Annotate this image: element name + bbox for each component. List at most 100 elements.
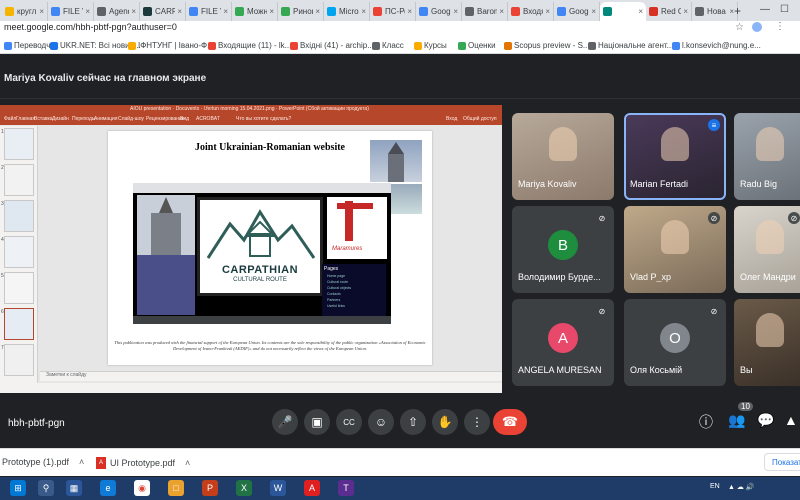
teams-icon[interactable]: T xyxy=(338,480,354,496)
show-all-downloads[interactable]: Показат xyxy=(764,453,800,471)
chrome-icon[interactable]: ◉ xyxy=(134,480,150,496)
bookmark-icon xyxy=(372,41,380,50)
browser-tab[interactable]: Googl × xyxy=(416,2,462,21)
close-tab-icon[interactable]: × xyxy=(39,7,44,16)
browser-tab[interactable]: Ринок × xyxy=(278,2,324,21)
leave-call-button[interactable]: ☎ xyxy=(493,409,527,435)
close-tab-icon[interactable]: × xyxy=(407,7,412,16)
thumbnail-number: 3 xyxy=(1,201,4,207)
participant-name: Radu Big xyxy=(740,179,778,189)
browser-tab[interactable]: кругл × xyxy=(2,2,48,21)
files-icon[interactable]: ▦ xyxy=(66,480,82,496)
bookmark-item[interactable]: Класс xyxy=(372,41,404,50)
star-icon[interactable]: ☆ xyxy=(735,22,744,33)
close-tab-icon[interactable]: × xyxy=(361,7,366,16)
browser-tab[interactable]: Baromet× xyxy=(462,2,508,21)
menu-link: Contacts xyxy=(327,292,341,296)
start-icon[interactable]: ⊞ xyxy=(10,480,26,496)
minimize-button[interactable]: — xyxy=(760,4,770,15)
chat-icon[interactable]: 💬 xyxy=(757,412,774,429)
system-tray-icons[interactable]: ▲ ☁ 🔊 xyxy=(728,483,755,491)
close-tab-icon[interactable]: × xyxy=(591,7,596,16)
more-options-button[interactable]: ⋮ xyxy=(464,409,490,435)
browser-tab[interactable]: Agend× xyxy=(94,2,140,21)
close-tab-icon[interactable]: × xyxy=(177,7,182,16)
close-tab-icon[interactable]: × xyxy=(683,7,688,16)
browser-tab[interactable]: Micros× xyxy=(324,2,370,21)
browser-tab[interactable]: Google× xyxy=(554,2,600,21)
browser-tab[interactable]: ПС-Рос× xyxy=(370,2,416,21)
participant-video xyxy=(549,127,577,161)
slide-thumbnail[interactable] xyxy=(4,164,34,196)
new-tab-button[interactable]: + xyxy=(734,4,741,18)
bookmark-item[interactable]: l.konsevich@nung.e... xyxy=(672,41,761,50)
close-tab-icon[interactable]: × xyxy=(131,7,136,16)
emoji-button[interactable]: ☺ xyxy=(368,409,394,435)
acrobat-icon[interactable]: A xyxy=(304,480,320,496)
download-name: Prototype (1).pdf xyxy=(2,457,70,467)
browser-tab[interactable]: FILE VI× xyxy=(186,2,232,21)
bookmark-item[interactable]: Курсы xyxy=(414,41,447,50)
download-item[interactable]: A UI Prototype.pdf ˄ xyxy=(96,457,190,469)
present-button[interactable]: ⇧ xyxy=(400,409,426,435)
browser-tab[interactable]: Можно× xyxy=(232,2,278,21)
menu-link: Partners xyxy=(327,298,341,302)
close-tab-icon[interactable]: × xyxy=(269,7,274,16)
edge-icon[interactable]: e xyxy=(100,480,116,496)
slide-thumbnail[interactable] xyxy=(4,308,34,340)
tab-favicon-icon xyxy=(557,7,566,16)
word-icon[interactable]: W xyxy=(270,480,286,496)
close-tab-icon[interactable]: × xyxy=(223,7,228,16)
maximize-button[interactable]: ☐ xyxy=(780,4,789,15)
bookmark-item[interactable]: ІФНТУНГ | Івано-Ф... xyxy=(128,41,214,50)
tab-favicon-icon xyxy=(5,7,14,16)
bookmark-item[interactable]: Оценки xyxy=(458,41,496,50)
camera-button[interactable]: ▣ xyxy=(304,409,330,435)
tab-label: Googl xyxy=(431,7,452,16)
bookmark-item[interactable]: Входящие (11) - lk... xyxy=(208,41,291,50)
close-tab-icon[interactable]: × xyxy=(85,7,90,16)
browser-tab[interactable]: Входящ× xyxy=(508,2,554,21)
browser-tab[interactable]: Red Gr× xyxy=(646,2,692,21)
menu-icon[interactable]: ⋮ xyxy=(775,21,785,32)
language-indicator[interactable]: EN xyxy=(710,483,720,490)
slide-thumbnail[interactable] xyxy=(4,344,34,376)
bookmark-icon xyxy=(414,41,422,50)
participant-name: Mariya Kovaliv xyxy=(518,179,577,189)
chevron-up-icon[interactable]: ˄ xyxy=(185,458,190,468)
profile-avatar[interactable] xyxy=(752,22,762,32)
browser-tab[interactable]: FILE VI× xyxy=(48,2,94,21)
url-field[interactable]: meet.google.com/hbh-pbtf-pgn?authuser=0 xyxy=(4,22,177,32)
excel-icon[interactable]: X xyxy=(236,480,252,496)
slide-thumbnail[interactable] xyxy=(4,236,34,268)
bookmark-item[interactable]: Національне агент... xyxy=(588,41,673,50)
browser-tab[interactable]: CARPAT× xyxy=(140,2,186,21)
participant-name: Володимир Бурде... xyxy=(518,272,601,282)
activities-icon[interactable]: ▲ xyxy=(784,412,798,428)
bookmark-icon xyxy=(50,41,58,50)
slide-thumbnail[interactable] xyxy=(4,128,34,160)
download-item[interactable]: Prototype (1).pdf ˄ xyxy=(2,457,84,467)
browser-tab[interactable]: × xyxy=(600,2,646,21)
browser-tab[interactable]: Нова в× xyxy=(692,2,738,21)
slide-thumbnail[interactable] xyxy=(4,200,34,232)
chevron-up-icon[interactable]: ˄ xyxy=(79,457,84,467)
close-tab-icon[interactable]: × xyxy=(453,7,458,16)
people-icon[interactable]: 👥 xyxy=(728,412,745,429)
close-tab-icon[interactable]: × xyxy=(638,7,643,16)
raise-hand-button[interactable]: ✋ xyxy=(432,409,458,435)
powerpoint-icon[interactable]: P xyxy=(202,480,218,496)
slide-thumbnail[interactable] xyxy=(4,272,34,304)
bookmark-item[interactable]: Scopus preview - S... xyxy=(504,41,590,50)
captions-button[interactable]: CC xyxy=(336,409,362,435)
close-tab-icon[interactable]: × xyxy=(545,7,550,16)
mic-off-icon: ⊘ xyxy=(788,212,800,224)
bookmark-item[interactable]: Вхідні (41) - archip... xyxy=(290,41,374,50)
search-icon[interactable]: ⚲ xyxy=(38,480,54,496)
info-icon[interactable]: ⓘ xyxy=(699,412,713,432)
bookmark-label: ІФНТУНГ | Івано-Ф... xyxy=(138,41,214,50)
close-tab-icon[interactable]: × xyxy=(315,7,320,16)
microphone-button[interactable]: 🎤 xyxy=(272,409,298,435)
close-tab-icon[interactable]: × xyxy=(499,7,504,16)
folder-icon[interactable]: □ xyxy=(168,480,184,496)
